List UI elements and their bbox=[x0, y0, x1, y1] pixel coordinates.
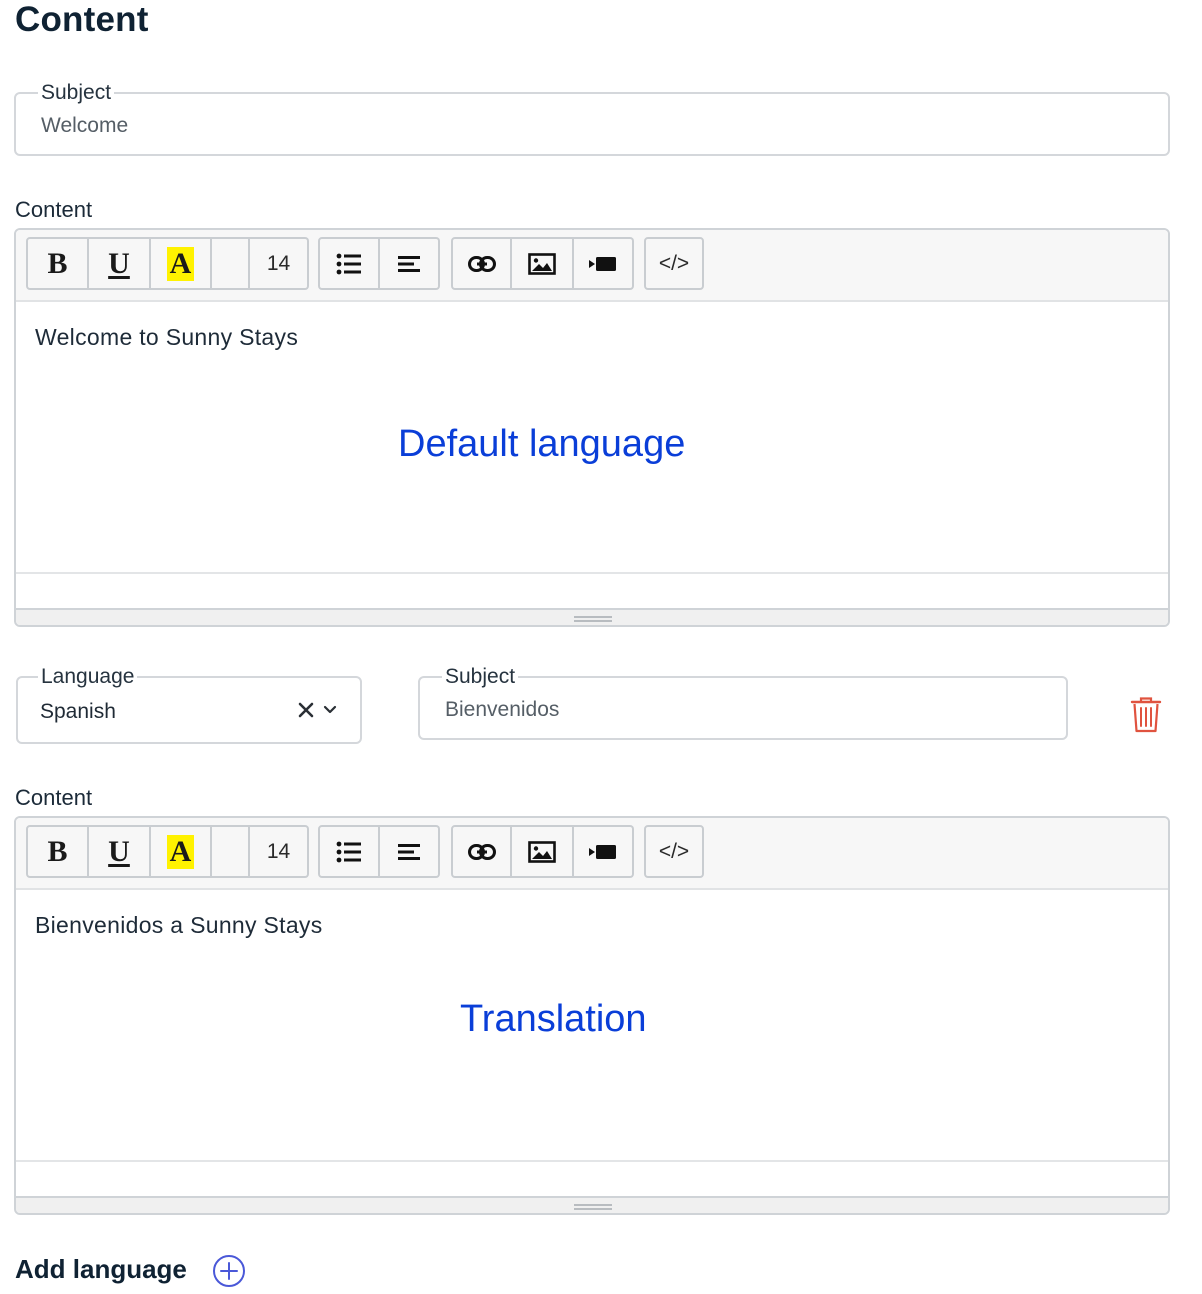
subject-field[interactable]: Subject Welcome bbox=[14, 82, 1170, 156]
link-icon bbox=[467, 255, 496, 272]
image-icon bbox=[528, 252, 556, 275]
align-icon bbox=[398, 255, 420, 272]
subject-label: Subject bbox=[38, 82, 115, 104]
bulleted-list-button[interactable] bbox=[318, 237, 380, 290]
editor-divider bbox=[16, 572, 1168, 574]
chevron-down-icon[interactable] bbox=[323, 705, 337, 715]
bold-icon: B bbox=[47, 246, 68, 280]
editor-toolbar: B U A 14 </> bbox=[16, 230, 1168, 302]
font-size-button[interactable]: 14 bbox=[250, 237, 309, 290]
underline-icon: U bbox=[108, 834, 130, 868]
link-button[interactable] bbox=[451, 237, 512, 290]
editor-body-text[interactable]: Bienvenidos a Sunny Stays bbox=[35, 912, 323, 939]
editor-resize-bar[interactable] bbox=[16, 608, 1168, 625]
bulleted-list-icon bbox=[336, 253, 361, 274]
content-editor-translation[interactable]: B U A 14 </> Bienvenidos a Sunny Stays T… bbox=[14, 816, 1170, 1215]
plus-circle-icon[interactable] bbox=[212, 1254, 246, 1288]
image-icon bbox=[528, 840, 556, 863]
align-icon bbox=[398, 843, 420, 860]
code-view-button[interactable]: </> bbox=[644, 237, 704, 290]
resize-grip-icon[interactable] bbox=[574, 616, 612, 622]
highlight-icon: A bbox=[166, 246, 195, 281]
link-button[interactable] bbox=[451, 825, 512, 878]
add-language-link[interactable]: Add language bbox=[15, 1253, 187, 1285]
video-icon bbox=[589, 256, 616, 271]
image-button[interactable] bbox=[512, 825, 574, 878]
annotation-default-language: Default language bbox=[398, 423, 686, 465]
bold-button[interactable]: B bbox=[26, 237, 89, 290]
annotation-translation: Translation bbox=[460, 998, 647, 1040]
color-button[interactable] bbox=[212, 825, 250, 878]
highlight-icon: A bbox=[166, 834, 195, 869]
font-size-value: 14 bbox=[266, 251, 291, 275]
code-view-button[interactable]: </> bbox=[644, 825, 704, 878]
video-button[interactable] bbox=[574, 825, 634, 878]
highlight-button[interactable]: A bbox=[151, 825, 212, 878]
subject-value[interactable]: Welcome bbox=[41, 114, 128, 138]
translation-content-label: Content bbox=[15, 785, 93, 810]
language-value: Spanish bbox=[40, 700, 116, 723]
video-button[interactable] bbox=[574, 237, 634, 290]
clear-icon[interactable] bbox=[298, 702, 314, 718]
code-icon: </> bbox=[658, 251, 690, 275]
align-button[interactable] bbox=[380, 237, 440, 290]
underline-button[interactable]: U bbox=[89, 237, 151, 290]
align-button[interactable] bbox=[380, 825, 440, 878]
language-select[interactable]: Language Spanish bbox=[16, 666, 362, 744]
editor-divider bbox=[16, 1160, 1168, 1162]
color-button[interactable] bbox=[212, 237, 250, 290]
editor-body-text[interactable]: Welcome to Sunny Stays bbox=[35, 324, 298, 351]
bulleted-list-icon bbox=[336, 841, 361, 862]
bold-button[interactable]: B bbox=[26, 825, 89, 878]
font-size-button[interactable]: 14 bbox=[250, 825, 309, 878]
language-label: Language bbox=[38, 666, 138, 688]
translation-subject-label: Subject bbox=[442, 666, 519, 688]
link-icon bbox=[467, 843, 496, 860]
editor-toolbar: B U A 14 </> bbox=[16, 818, 1168, 890]
resize-grip-icon[interactable] bbox=[574, 1204, 612, 1210]
translation-subject-value[interactable]: Bienvenidos bbox=[445, 698, 559, 722]
image-button[interactable] bbox=[512, 237, 574, 290]
highlight-button[interactable]: A bbox=[151, 237, 212, 290]
underline-button[interactable]: U bbox=[89, 825, 151, 878]
underline-icon: U bbox=[108, 246, 130, 280]
font-size-value: 14 bbox=[266, 839, 291, 863]
editor-resize-bar[interactable] bbox=[16, 1196, 1168, 1213]
content-label: Content bbox=[15, 197, 93, 222]
trash-icon[interactable] bbox=[1130, 697, 1162, 733]
video-icon bbox=[589, 844, 616, 859]
code-icon: </> bbox=[658, 839, 690, 863]
content-editor-default[interactable]: B U A 14 </> Welcome to Sunny Stays Defa… bbox=[14, 228, 1170, 627]
translation-subject-field[interactable]: Subject Bienvenidos bbox=[418, 666, 1068, 740]
bulleted-list-button[interactable] bbox=[318, 825, 380, 878]
bold-icon: B bbox=[47, 834, 68, 868]
page-title: Content bbox=[15, 0, 149, 39]
